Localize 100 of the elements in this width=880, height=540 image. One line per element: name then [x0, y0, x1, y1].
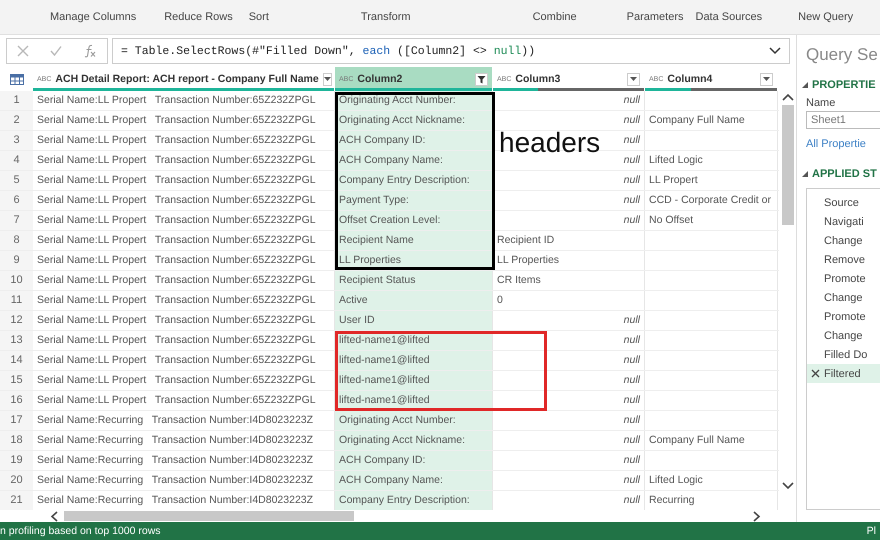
table-cell: Company Entry Description: [335, 491, 493, 510]
row-number: 18 [0, 431, 33, 450]
table-cell: Originating Acct Nickname: [335, 111, 493, 130]
applied-step[interactable]: Filled Do [807, 345, 880, 364]
table-cell: Originating Acct Number: [335, 411, 493, 430]
applied-step[interactable]: Filtered [807, 364, 880, 383]
table-cell: No Offset [645, 211, 778, 230]
chevron-down-icon[interactable] [769, 47, 781, 55]
table-cell: null [493, 431, 645, 450]
applied-step[interactable]: Change [807, 288, 880, 307]
table-cell: Serial Name:LL Propert Transaction Number:65Z232ZPGL [33, 351, 335, 370]
row-number: 5 [0, 171, 33, 190]
panel-title: Query Se [806, 45, 879, 65]
table-cell: Serial Name:LL Propert Transaction Number:65Z232ZPGL [33, 91, 335, 110]
table-cell: Company Full Name [645, 111, 778, 130]
column-filter-button[interactable] [760, 72, 773, 86]
table-cell: Serial Name:LL Propert Transaction Number:65Z232ZPGL [33, 371, 335, 390]
row-number: 14 [0, 351, 33, 370]
table-cell: Serial Name:LL Propert Transaction Number:65Z232ZPGL [33, 191, 335, 210]
table-cell: null [493, 151, 645, 170]
table-cell: null [493, 391, 645, 410]
applied-step[interactable]: Source [807, 193, 880, 212]
row-number: 16 [0, 391, 33, 410]
collapse-triangle-icon[interactable] [802, 171, 808, 177]
table-cell: 0 [493, 291, 645, 310]
row-number: 13 [0, 331, 33, 350]
row-number: 2 [0, 111, 33, 130]
formula-field[interactable]: = Table.SelectRows(#"Filled Down", each ([Column2] <> null)) [112, 38, 790, 64]
table-cell: ACH Company ID: [335, 451, 493, 470]
table-cell: null [493, 491, 645, 510]
table-cell: Serial Name:LL Propert Transaction Number:65Z232ZPGL [33, 231, 335, 250]
column-filter-button[interactable] [627, 72, 640, 86]
delete-icon[interactable] [811, 369, 820, 378]
section-heading: APPLIED ST [812, 168, 877, 180]
scrollbar-thumb[interactable] [782, 105, 794, 225]
chevron-down-icon[interactable] [782, 482, 794, 490]
scrollbar-thumb[interactable] [64, 511, 354, 521]
table-cell: Serial Name:LL Propert Transaction Number:65Z232ZPGL [33, 211, 335, 230]
table-cell: Recipient ID [493, 231, 645, 250]
table-cell: null [493, 411, 645, 430]
table-cell: Originating Acct Nickname: [335, 431, 493, 450]
applied-step[interactable]: Promote [807, 269, 880, 288]
collapse-triangle-icon[interactable] [802, 82, 808, 88]
caret-down-icon [630, 77, 637, 81]
applied-step[interactable]: Promote [807, 307, 880, 326]
table-cell: Lifted Logic [645, 151, 778, 170]
table-cell: LL Properties [493, 251, 645, 270]
caret-down-icon [763, 77, 770, 81]
row-number: 10 [0, 271, 33, 290]
caret-down-icon [324, 77, 331, 81]
row-number: 3 [0, 131, 33, 150]
ribbon-group-label: Combine [532, 11, 578, 23]
table-cell: CCD - Corporate Credit or [645, 191, 778, 210]
field-label: Name [806, 97, 836, 109]
table-cell: null [493, 191, 645, 210]
table-cell: Serial Name:LL Propert Transaction Number:65Z232ZPGL [33, 331, 335, 350]
chevron-left-icon[interactable] [50, 510, 58, 522]
table-cell: null [493, 171, 645, 190]
column-filter-button[interactable] [322, 72, 332, 86]
ribbon-group-label: New Query [797, 11, 854, 23]
ribbon-group-label: Parameters [626, 11, 684, 23]
table-cell: null [493, 451, 645, 470]
table-cell: Recipient Name [335, 231, 493, 250]
applied-step[interactable]: Change [807, 231, 880, 250]
row-number: 19 [0, 451, 33, 470]
table-cell: null [493, 331, 645, 350]
table-cell: null [493, 371, 645, 390]
applied-step[interactable]: Remove [807, 250, 880, 269]
table-cell: CR Items [493, 271, 645, 290]
name-field[interactable]: Sheet1 [806, 111, 880, 129]
row-number: 11 [0, 291, 33, 310]
table-cell: null [493, 471, 645, 490]
table-cell: null [493, 111, 645, 130]
ribbon-group-label: Sort [248, 11, 270, 23]
row-number: 1 [0, 91, 33, 110]
table-cell: Payment Type: [335, 191, 493, 210]
table-cell: lifted-name1@lifted [335, 371, 493, 390]
all-properties-link[interactable]: All Propertie [806, 138, 880, 150]
chevron-up-icon[interactable] [782, 93, 794, 101]
table-icon [10, 74, 24, 84]
row-number: 21 [0, 491, 33, 510]
status-text: n profiling based on top 1000 rows [0, 525, 161, 537]
table-cell: Serial Name:LL Propert Transaction Number:65Z232ZPGL [33, 151, 335, 170]
table-cell: Recurring [645, 491, 778, 510]
table-cell: Recipient Status [335, 271, 493, 290]
column-filter-button[interactable] [475, 72, 488, 86]
row-number: 6 [0, 191, 33, 210]
applied-step[interactable]: Navigati [807, 212, 880, 231]
row-number: 20 [0, 471, 33, 490]
ribbon-group-label: Reduce Rows [163, 11, 234, 23]
table-cell: User ID [335, 311, 493, 330]
table-cell: Serial Name:LL Propert Transaction Number:65Z232ZPGL [33, 251, 335, 270]
table-cell: Offset Creation Level: [335, 211, 493, 230]
function-icon[interactable] [82, 44, 97, 58]
chevron-right-icon[interactable] [753, 510, 761, 522]
applied-step[interactable]: Change [807, 326, 880, 345]
check-icon[interactable] [50, 45, 62, 57]
row-number: 15 [0, 371, 33, 390]
table-cell: Company Full Name [645, 431, 778, 450]
table-cell: null [493, 91, 645, 110]
